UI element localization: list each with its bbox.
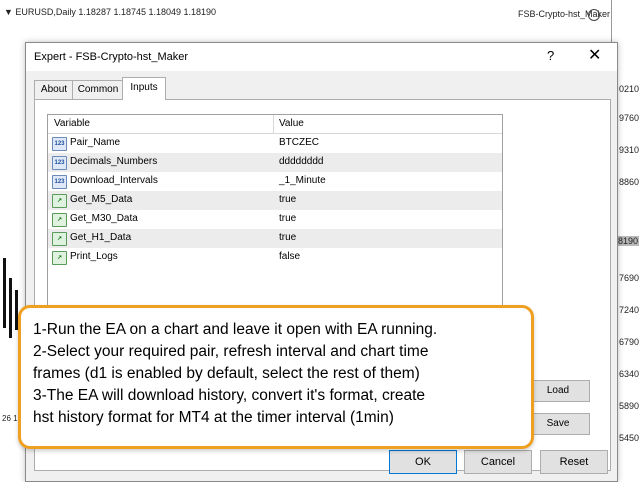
table-row[interactable]: ↗ Get_M5_Data true [48,191,502,210]
variable-value[interactable]: true [279,213,296,224]
ok-button[interactable]: OK [389,450,457,474]
price-label: 5890 [618,401,639,411]
callout-line: 2-Select your required pair, refresh int… [33,343,429,360]
column-header-value[interactable]: Value [279,118,304,129]
variable-value[interactable]: BTCZEC [279,137,319,148]
tab-inputs[interactable]: Inputs [122,77,166,100]
table-header: Variable Value [48,115,502,134]
variable-name: Get_H1_Data [70,232,132,243]
variable-name: Decimals_Numbers [70,156,158,167]
dialog-title: Expert - FSB-Crypto-hst_Maker [34,51,189,63]
callout-line: 3-The EA will download history, convert … [33,387,426,404]
price-label: 7690 [618,273,639,283]
price-label: 9760 [618,113,639,123]
cancel-button[interactable]: Cancel [464,450,532,474]
table-row[interactable]: ↗ Get_H1_Data true [48,229,502,248]
dialog-titlebar[interactable]: Expert - FSB-Crypto-hst_Maker ? ✕ [26,43,617,71]
price-label: 0210 [618,84,639,94]
bool-type-icon: ↗ [52,194,67,208]
callout-line: 1-Run the EA on a chart and leave it ope… [33,321,438,338]
variable-name: Download_Intervals [70,175,158,186]
table-row[interactable]: 123 Download_Intervals _1_Minute [48,172,502,191]
table-row[interactable]: 123 Decimals_Numbers dddddddd [48,153,502,172]
smiley-icon [588,9,600,21]
variable-value[interactable]: true [279,194,296,205]
column-separator[interactable] [273,115,274,133]
variable-name: Get_M30_Data [70,213,138,224]
callout-line: frames (d1 is enabled by default, select… [33,365,420,382]
bool-type-icon: ↗ [52,251,67,265]
variable-value[interactable]: dddddddd [279,156,324,167]
variable-value[interactable]: false [279,251,300,262]
callout-line: hst history format for MT4 at the timer … [33,409,394,426]
price-label: 5450 [618,433,639,443]
load-button[interactable]: Load [526,380,590,402]
number-type-icon: 123 [52,156,67,170]
candle [3,258,6,328]
bool-type-icon: ↗ [52,232,67,246]
number-type-icon: 123 [52,175,67,189]
variable-name: Pair_Name [70,137,121,148]
table-row[interactable]: ↗ Get_M30_Data true [48,210,502,229]
tab-about[interactable]: About [34,80,74,100]
tab-common[interactable]: Common [72,80,124,100]
current-price-label: 8190 [616,236,639,246]
candle [9,278,12,338]
table-row[interactable]: 123 Pair_Name BTCZEC [48,134,502,153]
table-row[interactable]: ↗ Print_Logs false [48,248,502,267]
price-label: 8860 [618,177,639,187]
price-label: 9310 [618,145,639,155]
price-label: 6340 [618,369,639,379]
bool-type-icon: ↗ [52,213,67,227]
price-label: 7240 [618,305,639,315]
column-header-variable[interactable]: Variable [54,118,90,129]
chart-date-label: 26 1 [2,414,18,423]
instruction-callout: 1-Run the EA on a chart and leave it ope… [18,305,534,449]
reset-button[interactable]: Reset [540,450,608,474]
variable-name: Get_M5_Data [70,194,133,205]
close-button[interactable]: ✕ [588,45,601,65]
number-type-icon: 123 [52,137,67,151]
variable-value[interactable]: _1_Minute [279,175,326,186]
save-button[interactable]: Save [526,413,590,435]
chart-symbol-info: ▼ EURUSD,Daily 1.18287 1.18745 1.18049 1… [4,7,217,17]
help-button[interactable]: ? [547,48,554,63]
price-label: 6790 [618,337,639,347]
variable-value[interactable]: true [279,232,296,243]
chart-header: ▼ EURUSD,Daily 1.18287 1.18745 1.18049 1… [0,0,640,22]
variable-name: Print_Logs [70,251,118,262]
